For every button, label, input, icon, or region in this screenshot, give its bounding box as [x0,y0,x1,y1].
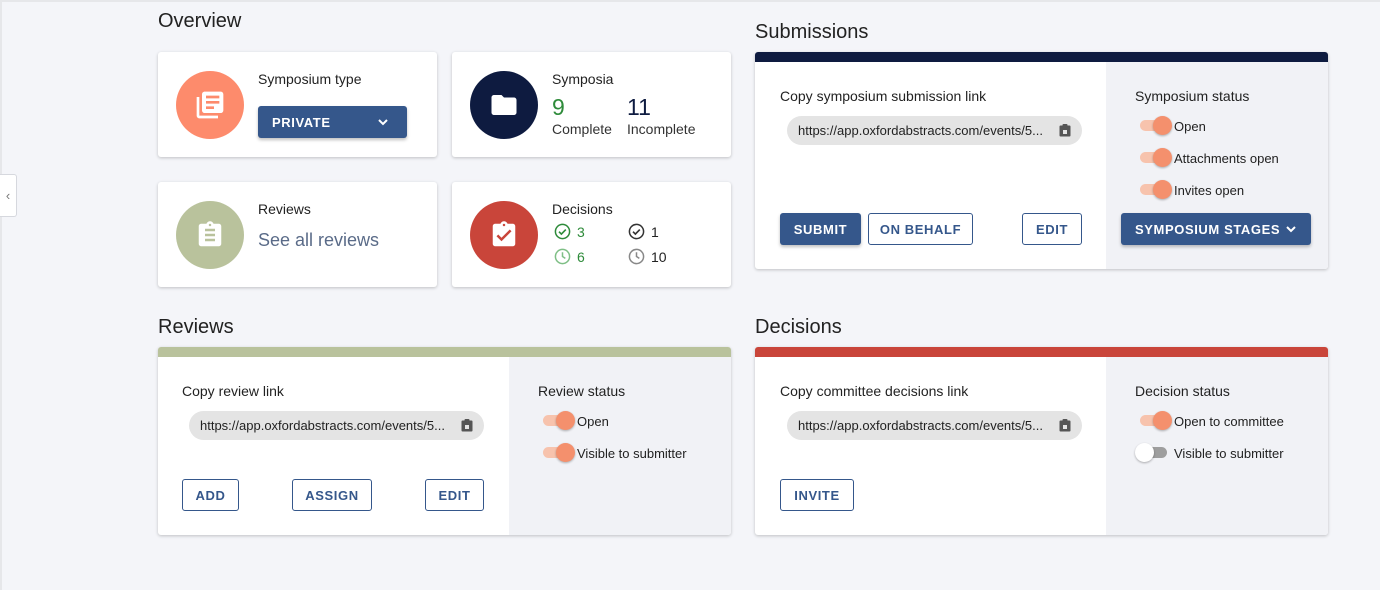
reviews-overview-card: Reviews See all reviews [158,182,437,287]
review-status-title: Review status [538,383,626,399]
submissions-card: Copy symposium submission link https://a… [755,52,1328,269]
chevron-down-icon [378,119,388,126]
submit-button[interactable]: SUBMIT [780,213,861,245]
toggle-open-label: Open [1174,119,1206,134]
decisions-card: Copy committee decisions link https://ap… [755,347,1328,535]
clock-icon [628,248,645,265]
decisions-color-bar [755,347,1328,357]
decisions-overview-label: Decisions [552,201,613,217]
pending-accept-count: 6 [577,249,585,265]
decisions-title: Decisions [755,316,842,338]
check-circle-icon [554,223,571,240]
submissions-title: Submissions [755,21,869,43]
decisions-link-field[interactable]: https://app.oxfordabstracts.com/events/5… [787,411,1082,440]
toggle-review-open-label: Open [577,414,609,429]
review-assign-button[interactable]: ASSIGN [292,479,372,511]
submission-edit-button[interactable]: EDIT [1022,213,1082,245]
accepted-count: 3 [577,224,585,240]
toggle-invites-open[interactable] [1138,179,1172,199]
complete-label: Complete [552,121,612,137]
toggle-decision-visible[interactable] [1135,442,1169,462]
symposium-type-select[interactable]: PRIVATE [258,106,407,138]
decisions-link-label: Copy committee decisions link [780,383,969,399]
symposium-type-value: PRIVATE [272,114,331,130]
submission-link-label: Copy symposium submission link [780,88,987,104]
symposium-stages-label: SYMPOSIUM STAGES [1135,221,1281,237]
review-link-text: https://app.oxfordabstracts.com/events/5… [200,418,445,433]
overview-title: Overview [158,10,242,32]
symposia-card: Symposia 9 Complete 11 Incomplete [452,52,731,157]
toggle-open-to-committee-label: Open to committee [1174,414,1284,429]
symposia-label: Symposia [552,71,614,87]
check-circle-icon [628,223,645,240]
top-border [0,0,1380,2]
incomplete-count: 11 [627,94,651,120]
symposium-status-title: Symposium status [1135,88,1250,104]
review-link-field[interactable]: https://app.oxfordabstracts.com/events/5… [189,411,484,440]
clipboard-icon [176,201,244,269]
review-edit-button[interactable]: EDIT [425,479,484,511]
toggle-open[interactable] [1138,115,1172,135]
review-link-label: Copy review link [182,383,284,399]
decision-status-title: Decision status [1135,383,1230,399]
sidebar-collapse-button[interactable]: ‹ [0,174,17,217]
reviews-overview-label: Reviews [258,201,311,217]
pending-count: 10 [651,249,667,265]
decided-count: 1 [651,224,659,240]
reviews-card: Copy review link https://app.oxfordabstr… [158,347,731,535]
decisions-link-text: https://app.oxfordabstracts.com/events/5… [798,418,1043,433]
clipboard-copy-icon[interactable] [1059,419,1071,432]
symposium-type-card: Symposium type PRIVATE [158,52,437,157]
clipboard-copy-icon[interactable] [1059,124,1071,137]
review-add-button[interactable]: ADD [182,479,239,511]
clock-icon [554,248,571,265]
reviews-color-bar [158,347,731,357]
chevron-down-icon [1286,226,1296,233]
assignment-check-icon [470,201,538,269]
reviews-title: Reviews [158,316,234,338]
incomplete-label: Incomplete [627,121,696,137]
toggle-review-open[interactable] [541,410,575,430]
chevron-left-icon: ‹ [5,188,11,203]
toggle-review-visible-label: Visible to submitter [577,446,687,461]
on-behalf-button[interactable]: ON BEHALF [868,213,973,245]
decisions-overview-card: Decisions 3 1 6 10 [452,182,731,287]
left-border [0,0,2,590]
toggle-attachments-open-label: Attachments open [1174,151,1279,166]
symposium-type-label: Symposium type [258,71,362,87]
toggle-attachments-open[interactable] [1138,147,1172,167]
complete-count: 9 [552,94,565,120]
toggle-open-to-committee[interactable] [1138,410,1172,430]
clipboard-copy-icon[interactable] [461,419,473,432]
toggle-decision-visible-label: Visible to submitter [1174,446,1284,461]
see-all-reviews-link[interactable]: See all reviews [258,230,379,251]
library-books-icon [176,71,244,139]
submission-link-field[interactable]: https://app.oxfordabstracts.com/events/5… [787,116,1082,145]
symposium-stages-dropdown[interactable]: SYMPOSIUM STAGES [1121,213,1311,245]
invite-button[interactable]: INVITE [780,479,854,511]
submissions-color-bar [755,52,1328,62]
folder-icon [470,71,538,139]
toggle-review-visible[interactable] [541,442,575,462]
submission-link-text: https://app.oxfordabstracts.com/events/5… [798,123,1043,138]
toggle-invites-open-label: Invites open [1174,183,1245,198]
